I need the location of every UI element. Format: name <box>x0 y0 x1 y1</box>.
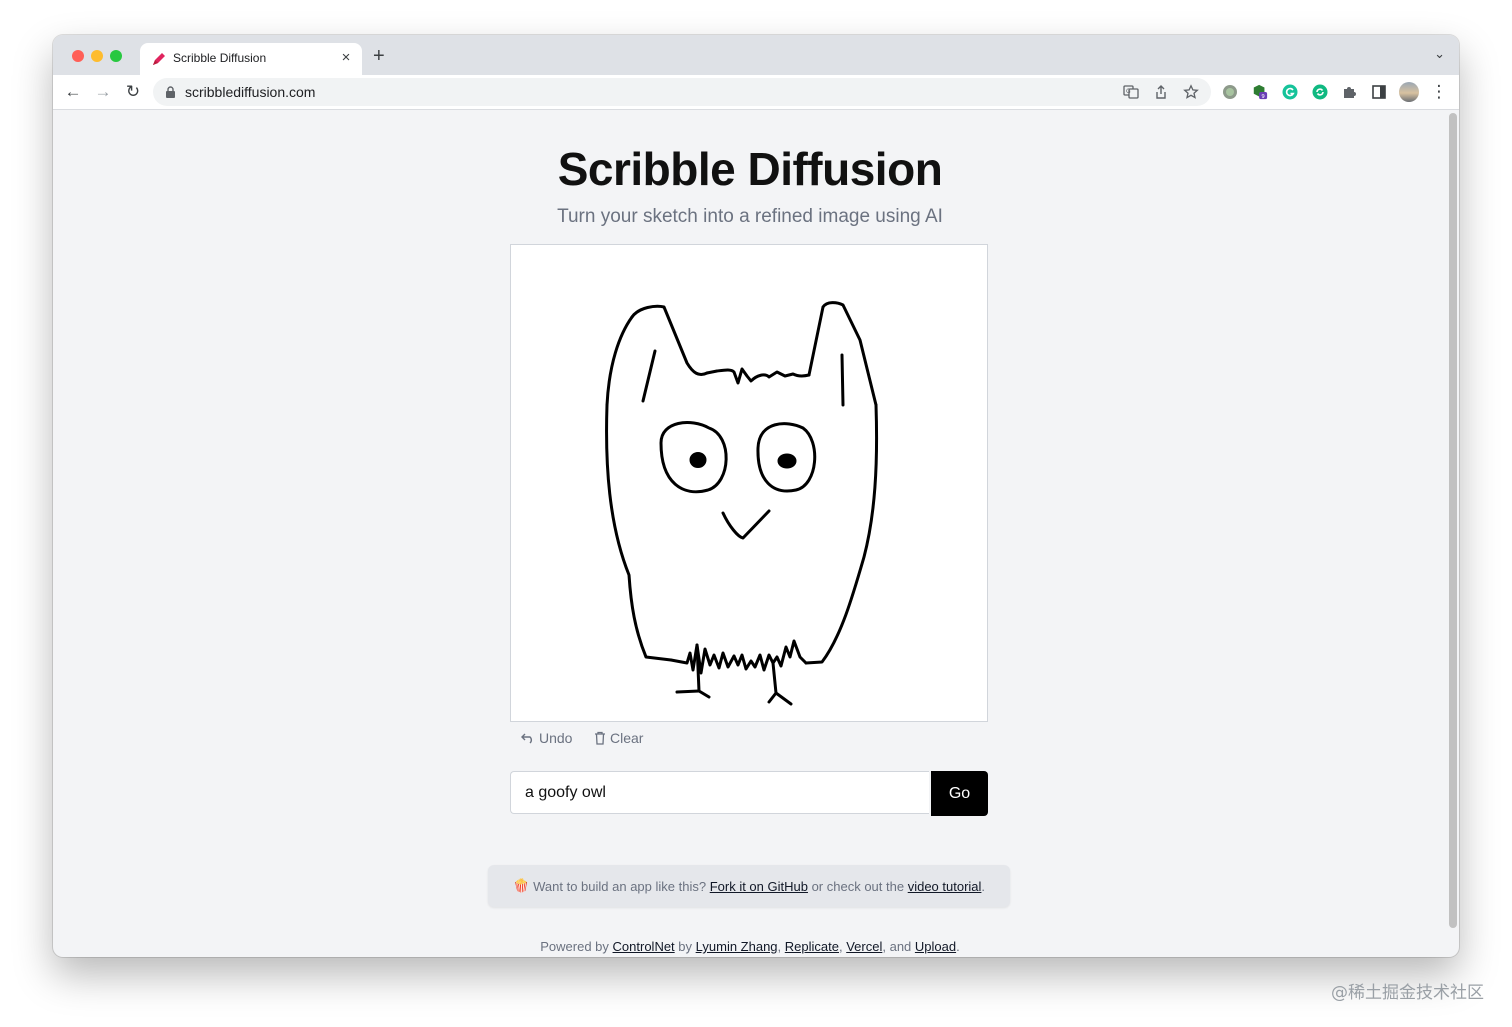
clear-label: Clear <box>610 730 644 746</box>
page-title: Scribble Diffusion <box>557 143 943 195</box>
trash-icon <box>595 731 605 745</box>
replicate-link[interactable]: Replicate <box>785 939 839 954</box>
page-scrollbar[interactable] <box>1449 113 1457 928</box>
lock-icon <box>166 86 175 98</box>
controlnet-link[interactable]: ControlNet <box>613 939 675 954</box>
extension-badge: 9 <box>1261 94 1265 100</box>
extension-gray-circle-icon[interactable] <box>1222 84 1238 100</box>
page-content: Scribble Diffusion Turn your sketch into… <box>53 110 1447 957</box>
browser-toolbar: ← → ↻ scribblediffusion.com G 9 ⋮ <box>53 75 1459 110</box>
close-window-button[interactable] <box>72 50 84 62</box>
tab-close-icon[interactable]: × <box>338 49 354 66</box>
tab-strip: Scribble Diffusion × + ⌄ <box>53 35 1459 75</box>
footer-and: , and <box>882 939 915 954</box>
upload-link[interactable]: Upload <box>915 939 956 954</box>
browser-menu-button[interactable]: ⋮ <box>1428 81 1450 103</box>
url-text: scribblediffusion.com <box>185 84 316 100</box>
svg-text:G: G <box>1126 88 1131 95</box>
browser-window: Scribble Diffusion × + ⌄ ← → ↻ scribbled… <box>53 35 1459 957</box>
author-link[interactable]: Lyumin Zhang <box>696 939 778 954</box>
footer-prefix: Powered by <box>540 939 613 954</box>
maximize-window-button[interactable] <box>110 50 122 62</box>
address-bar[interactable]: scribblediffusion.com G <box>153 78 1211 106</box>
callout-text-middle: or check out the <box>807 878 908 894</box>
extension-cube-icon[interactable]: 9 <box>1252 84 1268 100</box>
prompt-input[interactable] <box>510 771 929 814</box>
forward-button[interactable]: → <box>92 81 114 103</box>
grammarly-icon[interactable] <box>1282 84 1298 100</box>
callout-text-after: . <box>981 878 986 894</box>
minimize-window-button[interactable] <box>91 50 103 62</box>
callout-text-before: Want to build an app like this? <box>533 878 710 894</box>
reload-button[interactable]: ↻ <box>122 81 144 103</box>
tab-scribble-diffusion[interactable]: Scribble Diffusion × <box>140 43 362 75</box>
watermark: @稀土掘金技术社区 <box>1331 983 1484 1003</box>
video-tutorial-link[interactable]: video tutorial <box>908 879 982 894</box>
profile-avatar[interactable] <box>1399 82 1419 102</box>
extension-sync-icon[interactable] <box>1312 84 1328 100</box>
github-callout: 🍿 Want to build an app like this? Fork i… <box>488 865 1010 907</box>
popcorn-icon: 🍿 <box>512 878 530 893</box>
owl-sketch-drawing <box>605 301 879 706</box>
page-subtitle: Turn your sketch into a refined image us… <box>557 206 943 227</box>
back-button[interactable]: ← <box>62 81 84 103</box>
undo-label: Undo <box>539 730 573 746</box>
undo-icon <box>521 733 532 744</box>
tab-title: Scribble Diffusion <box>173 51 267 65</box>
sketch-canvas[interactable] <box>510 244 988 722</box>
go-button[interactable]: Go <box>931 771 988 816</box>
share-icon[interactable] <box>1153 84 1169 100</box>
bookmark-star-icon[interactable] <box>1183 84 1199 100</box>
translate-icon[interactable]: G <box>1123 84 1139 100</box>
fork-github-link[interactable]: Fork it on GitHub <box>710 879 808 894</box>
puzzle-extensions-icon[interactable] <box>1341 84 1357 100</box>
new-tab-button[interactable]: + <box>373 45 385 68</box>
footer-by: by <box>674 939 696 954</box>
pencil-favicon-icon <box>153 53 165 65</box>
clear-button[interactable]: Clear <box>594 730 643 746</box>
tab-list-chevron-icon[interactable]: ⌄ <box>1434 46 1445 62</box>
footer-end: . <box>956 939 960 954</box>
undo-button[interactable]: Undo <box>521 730 572 746</box>
vercel-link[interactable]: Vercel <box>846 939 882 954</box>
footer: Powered by ControlNet by Lyumin Zhang, R… <box>53 939 1447 954</box>
footer-sep1: , <box>777 939 785 954</box>
side-panel-icon[interactable] <box>1371 84 1387 100</box>
